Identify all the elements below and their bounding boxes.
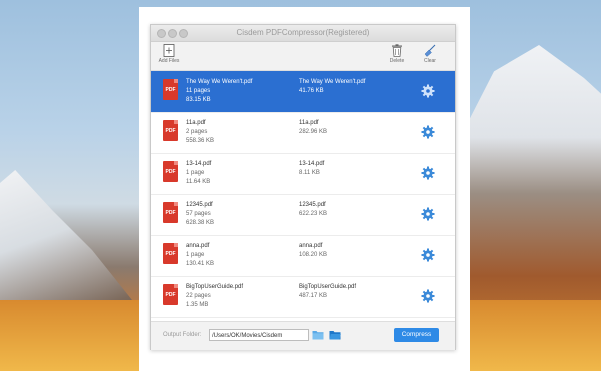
output-file-name: BigTopUserGuide.pdf — [299, 284, 357, 290]
clear-label: Clear — [424, 58, 436, 64]
file-name: The Way We Weren't.pdf — [186, 79, 253, 85]
file-row[interactable]: PDF 13-14.pdf 1 page 11.64 KB 13-14.pdf … — [151, 153, 455, 195]
file-row[interactable]: PDF 12345.pdf 57 pages 628.38 KB 12345.p… — [151, 194, 455, 236]
pdf-file-icon: PDF — [163, 284, 178, 305]
delete-label: Delete — [389, 58, 405, 64]
output-file-size: 622.23 KB — [299, 211, 328, 217]
pdf-file-icon: PDF — [163, 243, 178, 264]
open-folder-icon[interactable] — [329, 329, 341, 340]
file-name: anna.pdf — [186, 243, 210, 249]
file-row[interactable]: PDF 11a.pdf 2 pages 558.36 KB 11a.pdf 28… — [151, 112, 455, 154]
title-bar: Cisdem PDFCompressor(Registered) — [151, 25, 455, 42]
add-files-label: Add Files — [158, 58, 180, 64]
output-file-name: anna.pdf — [299, 243, 323, 249]
gear-icon[interactable] — [421, 289, 435, 303]
pdf-file-icon: PDF — [163, 161, 178, 182]
source-info: 12345.pdf 57 pages 628.38 KB — [186, 201, 214, 228]
gear-icon[interactable] — [421, 166, 435, 180]
file-row[interactable]: PDF BigTopUserGuide.pdf 22 pages 1.35 MB… — [151, 276, 455, 318]
source-info: The Way We Weren't.pdf 11 pages 83.15 KB — [186, 78, 252, 105]
output-path-field[interactable]: /Users/OK/Movies/Cisdem — [209, 329, 309, 341]
output-file-size: 8.11 KB — [299, 170, 320, 176]
file-size: 558.36 KB — [186, 138, 215, 144]
bottom-bar: Output Folder: /Users/OK/Movies/Cisdem C… — [151, 321, 455, 350]
pdf-file-icon: PDF — [163, 202, 178, 223]
file-name: 11a.pdf — [186, 120, 206, 126]
file-name: 13-14.pdf — [186, 161, 212, 167]
source-info: 13-14.pdf 1 page 11.64 KB — [186, 160, 211, 187]
output-info: anna.pdf 108.20 KB — [299, 242, 327, 260]
file-list: PDF The Way We Weren't.pdf 11 pages 83.1… — [151, 71, 455, 321]
source-info: BigTopUserGuide.pdf 22 pages 1.35 MB — [186, 283, 243, 310]
file-size: 130.41 KB — [186, 261, 215, 267]
page-count: 11 pages — [186, 88, 211, 94]
pdf-file-icon: PDF — [163, 120, 178, 141]
output-file-name: 13-14.pdf — [299, 161, 325, 167]
app-window: Cisdem PDFCompressor(Registered) Add Fil… — [150, 24, 456, 350]
output-file-name: 12345.pdf — [299, 202, 326, 208]
source-info: 11a.pdf 2 pages 558.36 KB — [186, 119, 214, 146]
gear-icon[interactable] — [421, 248, 435, 262]
page-count: 1 page — [186, 252, 205, 258]
pdf-file-icon: PDF — [163, 79, 178, 100]
output-info: 12345.pdf 622.23 KB — [299, 201, 327, 219]
gear-icon[interactable] — [421, 207, 435, 221]
output-file-size: 487.17 KB — [299, 293, 328, 299]
compress-button[interactable]: Compress — [394, 328, 439, 342]
file-size: 11.64 KB — [186, 179, 211, 185]
file-row[interactable]: PDF anna.pdf 1 page 130.41 KB anna.pdf 1… — [151, 235, 455, 277]
output-info: BigTopUserGuide.pdf 487.17 KB — [299, 283, 356, 301]
file-size: 628.38 KB — [186, 220, 215, 226]
file-size: 83.15 KB — [186, 97, 211, 103]
output-file-name: 11a.pdf — [299, 120, 319, 126]
output-info: 11a.pdf 282.96 KB — [299, 119, 327, 137]
folder-icon[interactable] — [312, 329, 324, 340]
trash-icon — [392, 44, 402, 57]
output-file-size: 108.20 KB — [299, 252, 328, 258]
broom-icon — [424, 44, 436, 57]
output-file-name: The Way We Weren't.pdf — [299, 79, 366, 85]
output-info: The Way We Weren't.pdf 41.76 KB — [299, 78, 365, 96]
add-file-icon — [163, 44, 175, 57]
add-files-button[interactable]: Add Files — [154, 44, 184, 64]
output-file-size: 41.76 KB — [299, 88, 324, 94]
file-name: 12345.pdf — [186, 202, 213, 208]
clear-button[interactable]: Clear — [415, 44, 445, 64]
page-count: 22 pages — [186, 293, 211, 299]
file-size: 1.35 MB — [186, 302, 209, 308]
output-folder-label: Output Folder: — [163, 332, 202, 338]
window-title: Cisdem PDFCompressor(Registered) — [236, 28, 370, 37]
source-info: anna.pdf 1 page 130.41 KB — [186, 242, 214, 269]
gear-icon[interactable] — [421, 84, 435, 98]
page-count: 2 pages — [186, 129, 208, 135]
page-count: 1 page — [186, 170, 205, 176]
file-row[interactable]: PDF The Way We Weren't.pdf 11 pages 83.1… — [151, 71, 455, 113]
delete-button[interactable]: Delete — [382, 44, 412, 64]
toolbar: Add Files Delete Clear — [151, 42, 455, 71]
output-info: 13-14.pdf 8.11 KB — [299, 160, 324, 178]
page-count: 57 pages — [186, 211, 211, 217]
output-file-size: 282.96 KB — [299, 129, 328, 135]
file-name: BigTopUserGuide.pdf — [186, 284, 244, 290]
gear-icon[interactable] — [421, 125, 435, 139]
